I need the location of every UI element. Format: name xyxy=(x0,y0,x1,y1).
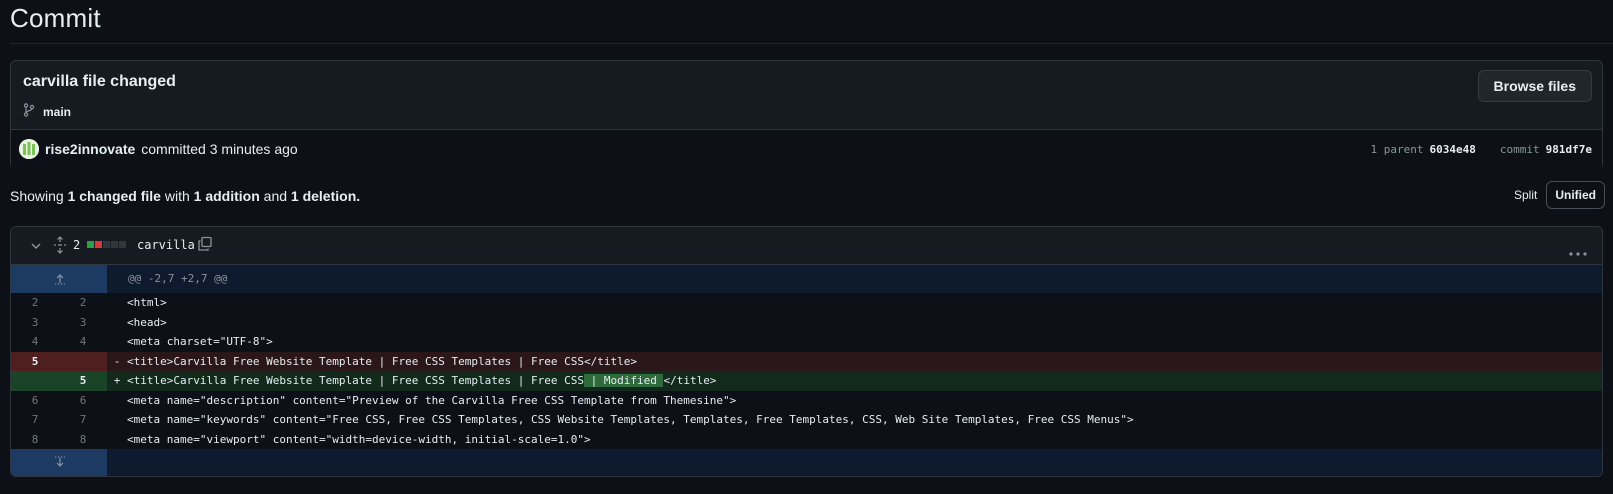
title-divider xyxy=(10,43,1613,44)
diff-body: @@ -2,7 +2,7 @@ 22 <html> 3 3 <head> 4 4 <me… xyxy=(11,265,1602,476)
git-branch-icon xyxy=(23,103,35,120)
diff-line-added: 5 + <title>Carvilla Free Website Template … xyxy=(11,371,1602,391)
code-text: <head> xyxy=(127,315,167,329)
summary-deletions: 1 deletion xyxy=(290,188,357,204)
summary-showing: Showing xyxy=(10,188,64,204)
diff-marker xyxy=(107,332,127,352)
summary-and: and xyxy=(263,188,288,204)
diff-line: 88 <meta name="viewport" content="width=… xyxy=(11,430,1602,450)
diff-marker: - xyxy=(113,354,121,368)
code-text: <meta name="viewport" content="width=dev… xyxy=(127,432,591,446)
commit-ids: 1 parent 6034e48 commit 981df7e xyxy=(1371,143,1592,156)
code-line: <meta name="viewport" content="width=dev… xyxy=(107,430,1602,450)
code-line: <html> xyxy=(107,293,1602,313)
hunk-header-row: @@ -2,7 +2,7 @@ xyxy=(11,265,1602,293)
old-line-number[interactable]: 3 xyxy=(11,313,59,333)
diff-line-deleted: 5 - <title>Carvilla Free Website Template … xyxy=(11,351,1602,372)
browse-files-button[interactable]: Browse files xyxy=(1477,70,1592,102)
diff-marker xyxy=(107,430,127,450)
diff-file: 2 carvilla @@ -2,7 +2,7 @@ 2 2 <html> 3 … xyxy=(10,226,1603,477)
new-line-number[interactable]: 4 xyxy=(59,332,107,352)
copy-icon[interactable] xyxy=(197,236,213,257)
commit-meta: rise2innovate committed 3 minutes ago 1 … xyxy=(11,129,1602,171)
chevron-down-icon[interactable] xyxy=(30,239,42,257)
diff-line: 66 <meta name="description" content="Pre… xyxy=(11,391,1602,411)
expand-up-icon xyxy=(55,274,65,285)
new-line-number[interactable]: 6 xyxy=(59,391,107,411)
hunk-header: @@ -2,7 +2,7 @@ xyxy=(128,272,228,285)
code-text: <title>Carvilla Free Website Template | … xyxy=(127,354,637,368)
unified-view-button[interactable]: Unified xyxy=(1546,181,1605,209)
expand-down-row xyxy=(11,449,1602,476)
summary-period: . xyxy=(356,188,361,204)
diff-marker xyxy=(107,391,127,411)
file-header: 2 carvilla xyxy=(11,227,1602,265)
old-line-number[interactable] xyxy=(11,371,59,391)
diff-line: 44 <meta charset="UTF-8"> xyxy=(11,332,1602,352)
code-text: <html> xyxy=(127,296,167,309)
diff-marker xyxy=(107,410,127,430)
committed-time: committed 3 minutes ago xyxy=(141,141,298,157)
old-line-number[interactable]: 7 xyxy=(11,410,59,430)
expand-all-icon[interactable] xyxy=(53,236,67,259)
old-line-number[interactable]: 4 xyxy=(11,332,59,352)
summary-with: with xyxy=(164,188,190,204)
code-line: <meta charset="UTF-8"> xyxy=(107,332,1602,352)
parent-label: 1 parent xyxy=(1370,143,1424,156)
old-line-number[interactable]: 5 xyxy=(11,351,59,371)
code-line: - <title>Carvilla Free Website Template |… xyxy=(107,352,1602,372)
avatar[interactable] xyxy=(19,139,39,159)
new-line-number[interactable]: 3 xyxy=(59,313,107,333)
new-line-number[interactable]: 2 xyxy=(59,293,107,313)
new-line-number[interactable]: 5 xyxy=(59,371,107,391)
file-name[interactable]: carvilla xyxy=(137,238,195,252)
old-line-number[interactable]: 6 xyxy=(11,391,59,411)
diff-marker xyxy=(107,313,127,333)
diff-line: 33 <head> xyxy=(11,313,1602,333)
code-line: + <title>Carvilla Free Website Template |… xyxy=(107,371,1602,391)
code-text: <title>Carvilla Free Website Template | … xyxy=(127,374,584,387)
code-text: </title> xyxy=(663,374,717,387)
old-line-number[interactable]: 2 xyxy=(11,293,59,313)
kebab-menu-icon[interactable] xyxy=(1569,243,1587,261)
code-line: <meta name="keywords" content="Free CSS,… xyxy=(107,410,1602,430)
file-changes-count: 2 xyxy=(73,238,81,252)
expand-down-button[interactable] xyxy=(11,449,107,476)
diff-marker xyxy=(107,293,127,313)
summary-additions: 1 addition xyxy=(193,188,260,204)
new-line-number[interactable]: 7 xyxy=(59,410,107,430)
commit-sha: 981df7e xyxy=(1545,143,1592,156)
commit-box: carvilla file changed main Browse files xyxy=(10,60,1603,171)
expand-up-button[interactable] xyxy=(11,265,107,293)
parent-sha[interactable]: 6034e48 xyxy=(1430,143,1476,156)
diff-line: 22 <html> xyxy=(11,293,1602,313)
code-text: <meta charset="UTF-8"> xyxy=(127,335,273,348)
split-view-button[interactable]: Split xyxy=(1505,181,1546,209)
expand-down-icon xyxy=(55,456,65,467)
branch-label[interactable]: main xyxy=(23,103,71,120)
diff-summary: Showing 1 changed file with 1 addition a… xyxy=(10,188,360,204)
new-line-number[interactable] xyxy=(59,351,107,371)
author-name[interactable]: rise2innovate xyxy=(45,141,135,157)
code-line: <head> xyxy=(107,313,1602,333)
code-text: <meta name="keywords" content="Free CSS,… xyxy=(127,413,1134,426)
summary-changed-files: 1 changed file xyxy=(67,188,161,204)
code-highlight-added: | Modified xyxy=(583,374,664,387)
commit-author: rise2innovate committed 3 minutes ago xyxy=(19,139,298,159)
diff-view-toggle: Split Unified xyxy=(1505,181,1605,209)
commit-label: commit xyxy=(1499,143,1540,156)
page-title: Commit xyxy=(10,3,101,33)
branch-name: main xyxy=(43,104,72,119)
code-line: <meta name="description" content="Previe… xyxy=(107,391,1602,411)
diff-marker: + xyxy=(113,374,121,387)
diff-line: 77 <meta name="keywords" content="Free C… xyxy=(11,410,1602,430)
new-line-number[interactable]: 8 xyxy=(59,430,107,450)
diffstat-blocks xyxy=(87,241,126,248)
commit-message: carvilla file changed xyxy=(23,73,176,90)
old-line-number[interactable]: 8 xyxy=(11,430,59,450)
code-text: <meta name="description" content="Previe… xyxy=(127,393,737,407)
